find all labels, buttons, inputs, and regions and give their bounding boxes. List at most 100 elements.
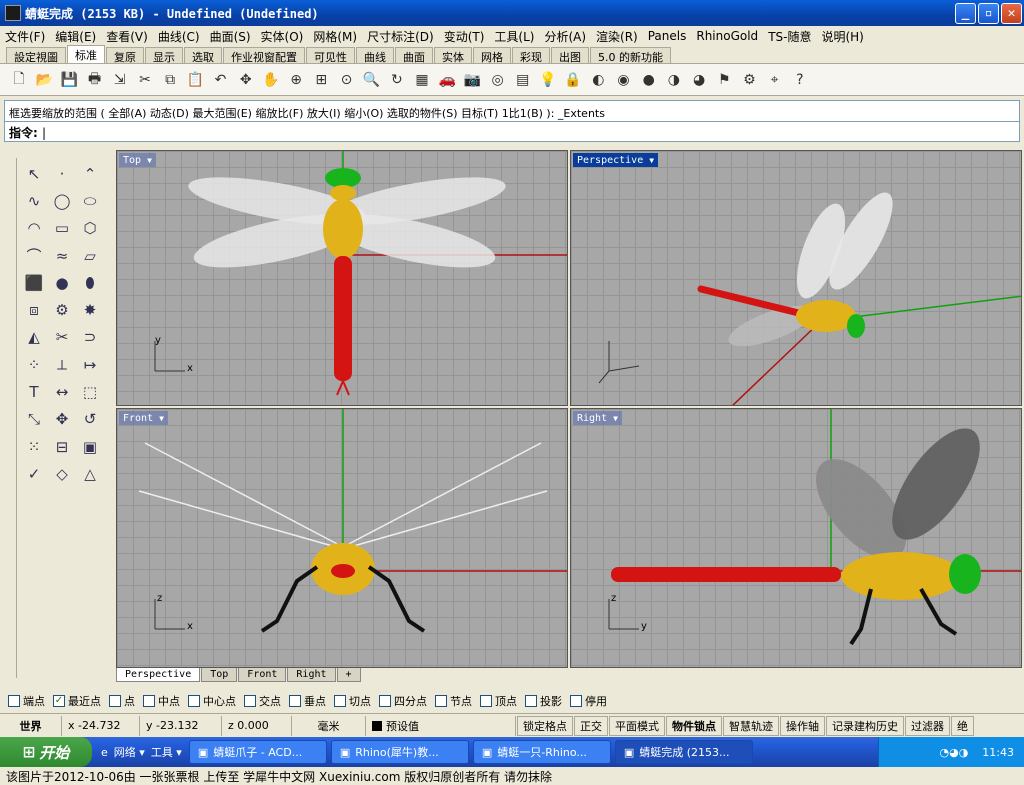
osnap-option[interactable]: 顶点 (480, 693, 517, 709)
toolbar-tab[interactable]: 标准 (67, 45, 105, 63)
checkbox[interactable] (8, 695, 20, 707)
group-icon[interactable]: ⬚ (76, 378, 104, 405)
checkbox[interactable] (435, 695, 447, 707)
viewport-front[interactable]: z x Front ▼ (116, 408, 568, 668)
viewport-right[interactable]: z y Right ▼ (570, 408, 1022, 668)
checkbox[interactable] (334, 695, 346, 707)
osnap-option[interactable]: 中点 (143, 693, 180, 709)
undo-icon[interactable]: ↶ (210, 69, 232, 91)
rotate-icon[interactable]: ↺ (76, 406, 104, 433)
osnap-option[interactable]: 投影 (525, 693, 562, 709)
zoom-selected-icon[interactable]: ⊙ (335, 69, 357, 91)
status-toggle[interactable]: 过滤器 (905, 715, 950, 736)
check-icon[interactable]: ✓ (20, 460, 48, 487)
camera-icon[interactable]: 📷 (461, 69, 483, 91)
osnap-option[interactable]: 点 (109, 693, 135, 709)
snap-icon[interactable]: ⌖ (764, 69, 786, 91)
close-button[interactable]: ✕ (1001, 3, 1022, 24)
new-file-icon[interactable]: 🗋 (8, 69, 30, 91)
menu-item[interactable]: 网格(M) (308, 28, 362, 45)
checkbox[interactable]: ✓ (53, 695, 65, 707)
paste-icon[interactable]: 📋 (184, 69, 206, 91)
menu-item[interactable]: 文件(F) (0, 28, 50, 45)
checkbox[interactable] (289, 695, 301, 707)
status-toggle[interactable]: 锁定格点 (517, 715, 573, 736)
osnap-option[interactable]: 四分点 (379, 693, 427, 709)
extend-icon[interactable]: ↦ (76, 351, 104, 378)
explode-icon[interactable]: ✸ (76, 296, 104, 323)
taskbar-task[interactable]: ▣ 蜻蜓爪子 - ACD... (188, 740, 327, 764)
quicklaunch-network[interactable]: 网络 ▾ (114, 744, 145, 760)
status-toggle[interactable]: 操作轴 (780, 715, 825, 736)
menu-item[interactable]: 曲面(S) (205, 28, 256, 45)
rotate-view-icon[interactable]: ↻ (386, 69, 408, 91)
viewport-tab[interactable]: Front (238, 668, 287, 682)
gloss-sphere-icon[interactable]: ◕ (688, 69, 710, 91)
free-form-icon[interactable]: ≈ (48, 242, 76, 269)
lightbulb-icon[interactable]: 💡 (537, 69, 559, 91)
align-icon[interactable]: ⊟ (48, 433, 76, 460)
cylinder-icon[interactable]: ⬮ (76, 269, 104, 296)
point-icon[interactable]: · (48, 160, 76, 187)
menu-item[interactable]: 实体(O) (256, 28, 309, 45)
toolbar-tab[interactable]: 5.0 的新功能 (590, 47, 671, 64)
settings-icon[interactable]: ⚙ (738, 69, 760, 91)
gear-icon[interactable]: ⚙ (48, 296, 76, 323)
zoom-extents-icon[interactable]: ⊞ (310, 69, 332, 91)
boolean-icon[interactable]: ◭ (20, 324, 48, 351)
tray-icons[interactable]: ◔◕◑ (940, 746, 969, 759)
osnap-option[interactable]: 垂点 (289, 693, 326, 709)
current-layer[interactable]: 预设值 (366, 715, 516, 736)
checkbox[interactable] (143, 695, 155, 707)
checkbox[interactable] (480, 695, 492, 707)
minimize-button[interactable]: _ (955, 3, 976, 24)
lock-icon[interactable]: 🔒 (562, 69, 584, 91)
viewport-tab[interactable]: Right (287, 668, 336, 682)
color-wheel-icon[interactable]: ◉ (613, 69, 635, 91)
status-toggle[interactable]: 物件锁点 (666, 715, 722, 736)
viewport-title-front[interactable]: Front ▼ (119, 411, 168, 425)
toolbar-grip[interactable] (3, 158, 17, 678)
toolbar-tab[interactable]: 选取 (184, 47, 222, 64)
toolbar-tab[interactable]: 曲面 (395, 47, 433, 64)
checkbox[interactable] (188, 695, 200, 707)
zoom-window-icon[interactable]: ⊕ (285, 69, 307, 91)
shaded-sphere-icon[interactable]: ● (638, 69, 660, 91)
osnap-option[interactable]: 交点 (244, 693, 281, 709)
box-icon[interactable]: ⬛ (20, 269, 48, 296)
quicklaunch-ie-icon[interactable]: e (101, 746, 108, 759)
toolbar-tab[interactable]: 出图 (551, 47, 589, 64)
arc-icon[interactable]: ◠ (20, 215, 48, 242)
toolbar-tab[interactable]: 彩现 (512, 47, 550, 64)
polygon-icon[interactable]: ⬡ (76, 215, 104, 242)
hand-icon[interactable]: ✋ (260, 69, 282, 91)
viewport-tab[interactable]: Top (201, 668, 238, 682)
taskbar-task[interactable]: ▣ Rhino(犀牛)教... (330, 740, 469, 764)
pan-icon[interactable]: ✥ (235, 69, 257, 91)
viewport-top[interactable]: y x Top ▼ (116, 150, 568, 406)
osnap-option[interactable]: ✓ 最近点 (53, 693, 101, 709)
quicklaunch-tools[interactable]: 工具 ▾ (151, 744, 182, 760)
layer-icon[interactable]: ▤ (512, 69, 534, 91)
trim-icon[interactable]: ✂ (48, 324, 76, 351)
move-icon[interactable]: ✥ (48, 406, 76, 433)
viewport-perspective[interactable]: Perspective ▼ (570, 150, 1022, 406)
curve-icon[interactable]: ∿ (20, 187, 48, 214)
status-toggle[interactable]: 平面模式 (609, 715, 665, 736)
menu-item[interactable]: 分析(A) (539, 28, 591, 45)
copy-icon[interactable]: ⧉ (159, 69, 181, 91)
menu-item[interactable]: 编辑(E) (50, 28, 101, 45)
scale-icon[interactable]: ⤡ (20, 406, 48, 433)
snapshot-icon[interactable]: ▣ (76, 433, 104, 460)
help-icon[interactable]: ? (789, 69, 811, 91)
dimension-icon[interactable]: ↔ (48, 378, 76, 405)
osnap-option[interactable]: 节点 (435, 693, 472, 709)
taskbar-task[interactable]: ▣ 蜻蜓一只-Rhino... (472, 740, 611, 764)
offset-icon[interactable]: ⟂ (48, 351, 76, 378)
command-prompt[interactable]: 指令: | (4, 122, 1020, 142)
menu-item[interactable]: 曲线(C) (153, 28, 205, 45)
draw-order-icon[interactable]: ⚑ (713, 69, 735, 91)
viewport-title-perspective[interactable]: Perspective ▼ (573, 153, 659, 167)
checkbox[interactable] (570, 695, 582, 707)
toolbar-tab[interactable]: 曲线 (356, 47, 394, 64)
